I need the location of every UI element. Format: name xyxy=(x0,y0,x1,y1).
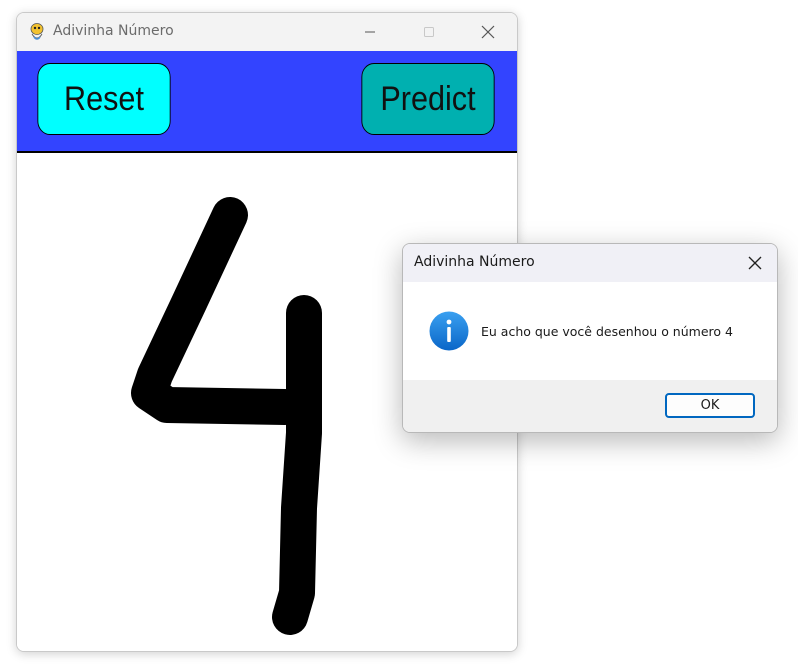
title-bar[interactable]: Adivinha Número xyxy=(17,13,517,51)
toolbar: Reset Predict xyxy=(17,51,517,153)
close-button[interactable] xyxy=(465,13,511,51)
close-icon xyxy=(481,25,495,39)
close-icon xyxy=(748,256,762,270)
dialog-body: Eu acho que você desenhou o número 4 xyxy=(403,282,777,380)
predict-button[interactable]: Predict xyxy=(361,63,495,135)
maximize-icon xyxy=(424,27,434,37)
dialog-title-bar[interactable]: Adivinha Número xyxy=(403,244,777,282)
maximize-button[interactable] xyxy=(406,13,452,51)
window-title: Adivinha Número xyxy=(53,23,174,39)
minimize-icon xyxy=(365,31,375,33)
pygame-snake-icon xyxy=(30,23,44,40)
dialog-message: Eu acho que você desenhou o número 4 xyxy=(481,324,733,339)
info-icon xyxy=(429,311,469,351)
reset-button[interactable]: Reset xyxy=(37,63,171,135)
dialog-title: Adivinha Número xyxy=(414,254,535,270)
dialog-close-button[interactable] xyxy=(733,244,777,282)
message-dialog: Adivinha Número Eu acho que você desenho… xyxy=(402,243,778,433)
dialog-footer: OK xyxy=(403,380,777,432)
minimize-button[interactable] xyxy=(347,13,393,51)
ok-button[interactable]: OK xyxy=(665,393,755,418)
